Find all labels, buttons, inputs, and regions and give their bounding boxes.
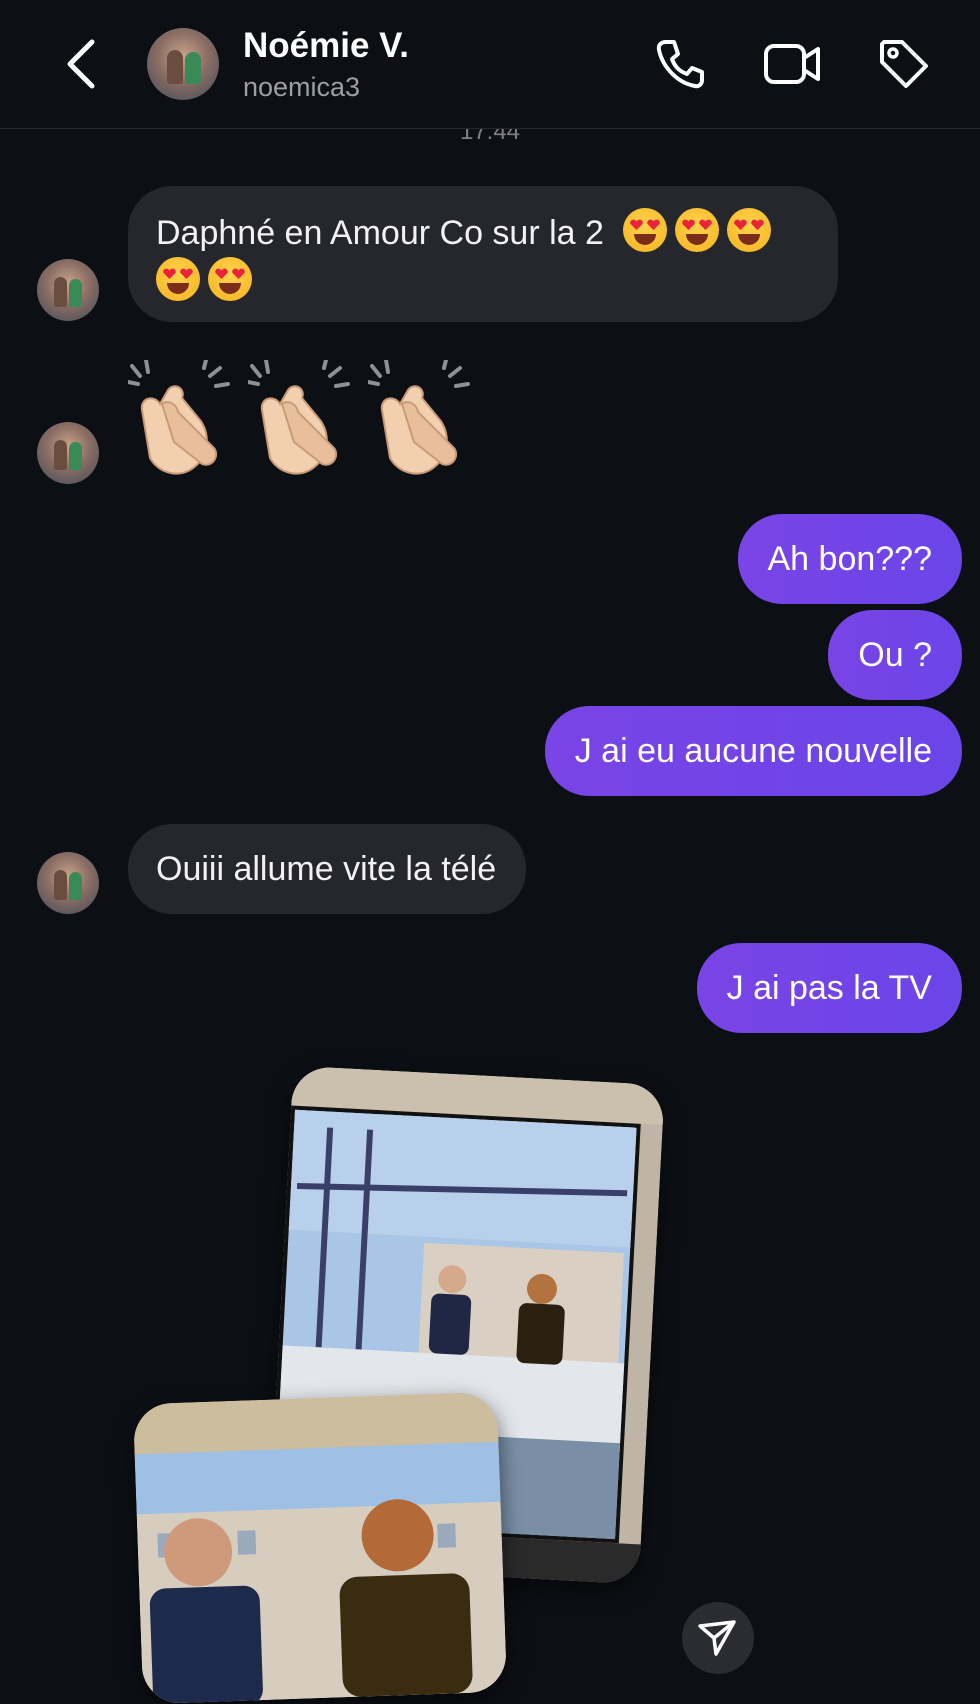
tag-icon	[880, 40, 928, 88]
heart-eyes-emoji-group	[623, 208, 779, 252]
tv-photo-image	[132, 1391, 508, 1704]
message-text: J ai eu aucune nouvelle	[574, 732, 932, 770]
heart-eyes-emoji	[156, 257, 200, 301]
message-text: Ah bon???	[767, 540, 933, 578]
message-text: Ou ?	[858, 636, 932, 674]
phone-icon	[656, 40, 704, 89]
share-button[interactable]	[682, 1602, 754, 1674]
contact-handle[interactable]: noemica3	[243, 72, 360, 103]
contact-avatar-small[interactable]	[37, 259, 99, 321]
message-text: J ai pas la TV	[726, 969, 932, 1007]
heart-eyes-emoji	[675, 208, 720, 252]
heart-eyes-emoji-group	[156, 257, 260, 301]
incoming-message-bubble[interactable]: Ouiii allume vite la télé	[128, 824, 527, 914]
contact-avatar-small[interactable]	[37, 422, 99, 484]
heart-eyes-emoji	[623, 208, 668, 252]
contact-name[interactable]: Noémie V.	[243, 26, 409, 66]
contact-avatar-small[interactable]	[37, 852, 99, 914]
contact-avatar[interactable]	[147, 28, 219, 100]
back-button[interactable]	[62, 38, 102, 90]
paper-plane-icon	[698, 1620, 736, 1656]
message-text: Ouiii allume vite la télé	[156, 850, 497, 888]
message-text: Daphné en Amour Co sur la 2	[156, 214, 604, 252]
video-call-button[interactable]	[762, 36, 820, 92]
clapping-hands-icon	[128, 360, 230, 475]
clapping-hands-icon	[248, 360, 350, 475]
call-button[interactable]	[652, 36, 708, 92]
video-camera-icon	[764, 44, 820, 84]
photo-attachment[interactable]	[132, 1391, 508, 1704]
chat-header: Noémie V. noemica3	[0, 0, 980, 129]
outgoing-message-bubble[interactable]: Ah bon???	[737, 514, 962, 604]
outgoing-message-bubble[interactable]: Ou ?	[828, 610, 962, 700]
outgoing-message-bubble[interactable]: J ai pas la TV	[696, 943, 962, 1033]
tag-button[interactable]	[876, 36, 932, 92]
incoming-message-bubble[interactable]: Daphné en Amour Co sur la 2	[128, 186, 838, 322]
outgoing-message-bubble[interactable]: J ai eu aucune nouvelle	[544, 706, 962, 796]
heart-eyes-emoji	[208, 257, 252, 301]
heart-eyes-emoji	[727, 208, 772, 252]
clapping-hands-icon	[368, 360, 470, 475]
chevron-left-icon	[67, 39, 95, 89]
